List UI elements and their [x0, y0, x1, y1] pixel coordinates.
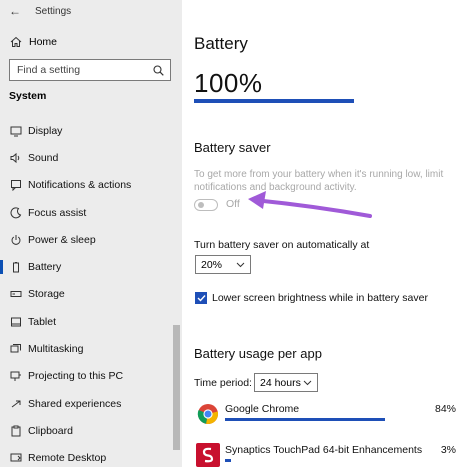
nav-list: Display Sound Notifications & actions Fo…: [0, 117, 182, 467]
app-percent: 84%: [434, 403, 456, 415]
battery-percentage: 100%: [194, 68, 263, 98]
section-label-system: System: [9, 90, 47, 102]
main-panel: Battery 100% Battery saver To get more f…: [182, 0, 474, 467]
sidebar-item-focus-assist[interactable]: Focus assist: [0, 199, 182, 226]
app-name: Google Chrome: [225, 403, 300, 415]
sound-icon: [10, 152, 22, 164]
sidebar-item-label: Notifications & actions: [28, 179, 132, 192]
clipboard-icon: [10, 425, 22, 437]
sidebar-item-label: Display: [28, 124, 63, 137]
power-icon: [10, 234, 22, 246]
sidebar-item-battery[interactable]: Battery: [0, 253, 182, 280]
battery-saver-heading: Battery saver: [194, 140, 271, 155]
time-period-select[interactable]: 24 hours: [254, 373, 318, 392]
sidebar-item-projecting[interactable]: Projecting to this PC: [0, 363, 182, 390]
focus-assist-icon: [10, 206, 22, 219]
synaptics-icon: [196, 443, 220, 467]
search-input[interactable]: Find a setting: [9, 59, 171, 81]
battery-icon: [10, 261, 22, 273]
battery-saver-toggle-label: Off: [226, 198, 240, 210]
app-usage-row[interactable]: Synaptics TouchPad 64-bit Enhancements 3…: [194, 443, 470, 467]
sidebar-item-label: Focus assist: [28, 206, 87, 219]
checkmark-icon: [197, 295, 206, 302]
sidebar-item-remote-desktop[interactable]: Remote Desktop: [0, 445, 182, 467]
app-usage-bar: [225, 459, 231, 462]
sidebar-item-label: Tablet: [28, 315, 57, 328]
storage-icon: [10, 288, 22, 300]
sidebar-item-label: Battery: [28, 261, 62, 274]
sidebar-item-label: Storage: [28, 288, 65, 301]
sidebar-item-tablet[interactable]: Tablet: [0, 308, 182, 335]
sidebar-item-label: Remote Desktop: [28, 452, 107, 465]
time-period-label: Time period:: [194, 377, 252, 389]
auto-saver-threshold-value: 20%: [201, 258, 223, 271]
nav-home-label: Home: [29, 36, 58, 48]
auto-saver-label: Turn battery saver on automatically at: [194, 239, 370, 251]
chevron-down-icon: [303, 380, 312, 385]
sidebar-item-label: Clipboard: [28, 424, 73, 437]
sidebar-item-label: Power & sleep: [28, 233, 96, 246]
app-usage-row[interactable]: Google Chrome 84%: [194, 402, 470, 432]
lower-brightness-label: Lower screen brightness while in battery…: [212, 292, 428, 304]
battery-usage-heading: Battery usage per app: [194, 346, 322, 361]
shared-icon: [10, 398, 22, 410]
annotation-arrow-icon: [248, 191, 372, 218]
back-arrow-icon[interactable]: ←: [9, 4, 21, 18]
sidebar-item-label: Shared experiences: [28, 397, 122, 410]
remote-desktop-icon: [10, 452, 22, 464]
notifications-icon: [10, 179, 22, 192]
sidebar-item-storage[interactable]: Storage: [0, 281, 182, 308]
display-icon: [10, 125, 22, 137]
multitasking-icon: [10, 343, 22, 355]
sidebar-item-notifications[interactable]: Notifications & actions: [0, 172, 182, 199]
search-icon: [153, 64, 164, 76]
battery-saver-toggle[interactable]: [194, 199, 218, 211]
sidebar-item-display[interactable]: Display: [0, 117, 182, 144]
app-usage-bar: [225, 418, 385, 421]
window-title: Settings: [35, 5, 72, 17]
title-bar: ← Settings: [0, 0, 182, 22]
sidebar-scrollbar[interactable]: [173, 325, 180, 450]
sidebar-item-label: Projecting to this PC: [28, 370, 124, 383]
sidebar-item-clipboard[interactable]: Clipboard: [0, 417, 182, 444]
app-name: Synaptics TouchPad 64-bit Enhancements: [225, 444, 423, 456]
auto-saver-threshold-select[interactable]: 20%: [195, 255, 251, 274]
chrome-icon: [196, 402, 220, 426]
sidebar: ← Settings Home Find a setting System Di…: [0, 0, 182, 467]
chevron-down-icon: [236, 262, 245, 267]
app-percent: 3%: [440, 444, 456, 456]
nav-home[interactable]: Home: [0, 31, 182, 53]
sidebar-item-label: Sound: [28, 151, 59, 164]
page-title: Battery: [194, 34, 248, 53]
projecting-icon: [10, 370, 22, 382]
tablet-icon: [10, 316, 22, 328]
lower-brightness-checkbox[interactable]: [195, 292, 207, 304]
sidebar-item-multitasking[interactable]: Multitasking: [0, 335, 182, 362]
battery-level-bar: [194, 99, 354, 103]
sidebar-item-power-sleep[interactable]: Power & sleep: [0, 226, 182, 253]
home-icon: [10, 36, 22, 47]
search-placeholder: Find a setting: [17, 64, 81, 76]
sidebar-item-sound[interactable]: Sound: [0, 144, 182, 171]
sidebar-item-label: Multitasking: [28, 343, 84, 356]
time-period-value: 24 hours: [260, 376, 301, 389]
sidebar-item-shared-experiences[interactable]: Shared experiences: [0, 390, 182, 417]
